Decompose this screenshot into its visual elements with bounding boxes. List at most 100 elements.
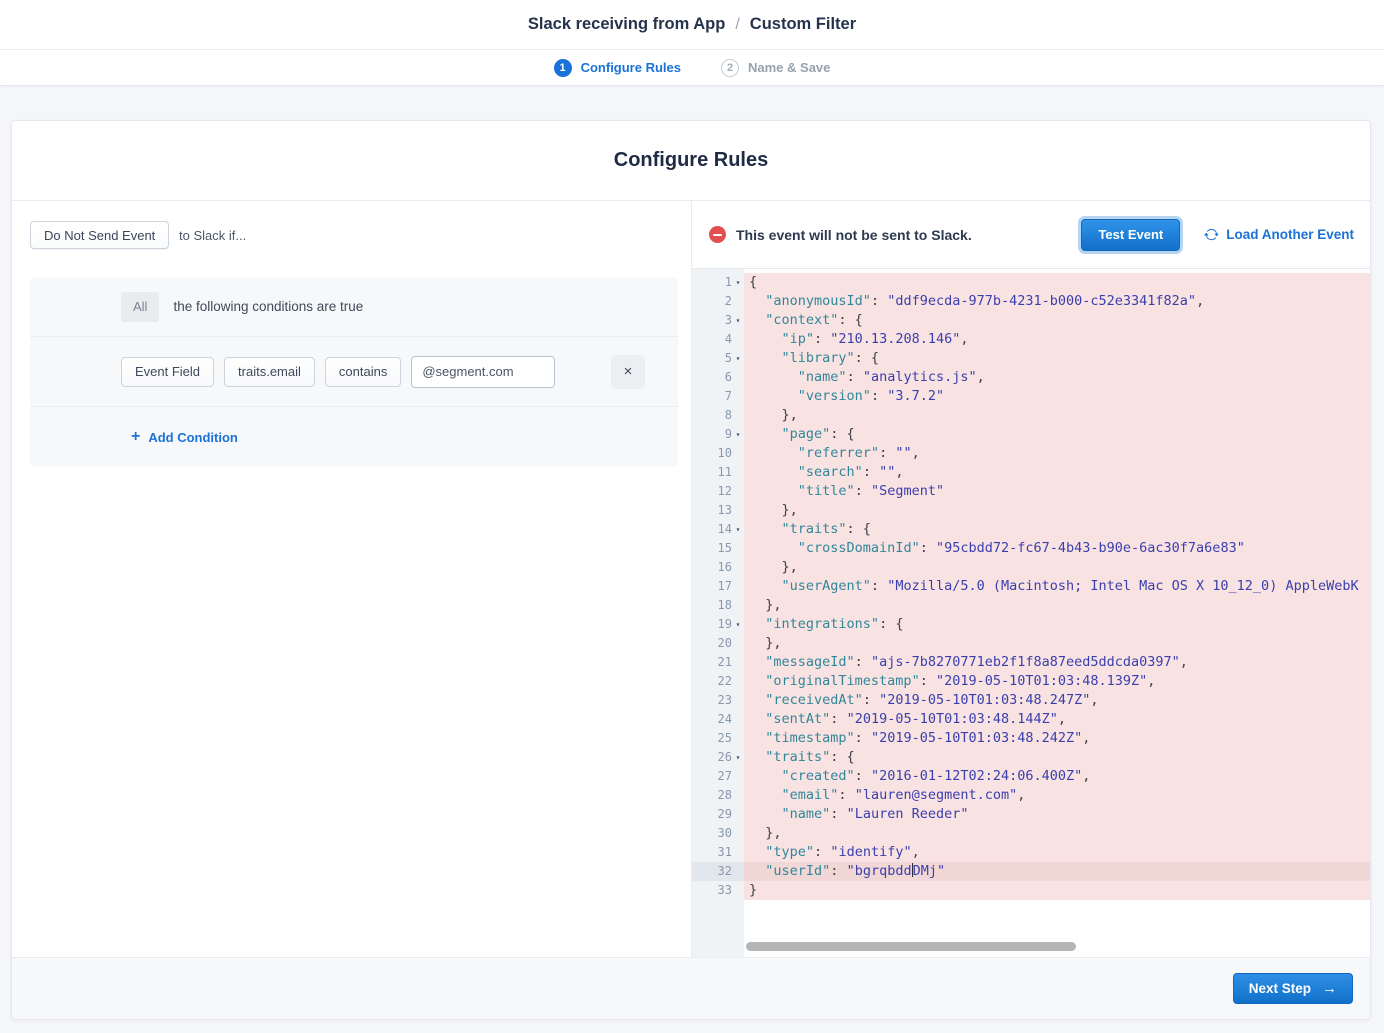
fold-arrow-icon[interactable]: ▾ (732, 349, 744, 368)
code-line[interactable]: "referrer": "", (744, 444, 1370, 463)
fold-arrow-icon[interactable]: ▾ (732, 520, 744, 539)
gutter-line-number[interactable]: 10 (692, 444, 744, 463)
code-line[interactable]: "version": "3.7.2" (744, 387, 1370, 406)
operator-button[interactable]: contains (325, 357, 401, 387)
code-line[interactable]: "anonymousId": "ddf9ecda-977b-4231-b000-… (744, 292, 1370, 311)
json-key: "traits" (765, 749, 830, 765)
gutter-line-number[interactable]: 2 (692, 292, 744, 311)
code-line[interactable]: "sentAt": "2019-05-10T01:03:48.144Z", (744, 710, 1370, 729)
line-number: 14 (718, 520, 732, 539)
configure-rules-card: Configure Rules Do Not Send Event to Sla… (11, 120, 1371, 1020)
code-line[interactable]: }, (744, 596, 1370, 615)
gutter-line-number[interactable]: 25 (692, 729, 744, 748)
step-name-and-save[interactable]: 2 Name & Save (721, 59, 830, 77)
code-line[interactable]: }, (744, 824, 1370, 843)
code-line[interactable]: "context": { (744, 311, 1370, 330)
gutter-line-number[interactable]: 18 (692, 596, 744, 615)
code-line[interactable]: "library": { (744, 349, 1370, 368)
fold-arrow-icon[interactable]: ▾ (732, 615, 744, 634)
code-line[interactable]: "timestamp": "2019-05-10T01:03:48.242Z", (744, 729, 1370, 748)
fold-arrow-icon[interactable]: ▾ (732, 273, 744, 292)
gutter-line-number[interactable]: 3▾ (692, 311, 744, 330)
code-line[interactable]: "email": "lauren@segment.com", (744, 786, 1370, 805)
code-line[interactable]: "search": "", (744, 463, 1370, 482)
gutter-line-number[interactable]: 13 (692, 501, 744, 520)
gutter-line-number[interactable]: 24 (692, 710, 744, 729)
fold-arrow-icon[interactable]: ▾ (732, 425, 744, 444)
gutter-line-number[interactable]: 7 (692, 387, 744, 406)
gutter-line-number[interactable]: 31 (692, 843, 744, 862)
gutter-line-number[interactable]: 32 (692, 862, 744, 881)
json-punctuation: }, (749, 825, 782, 841)
code-line[interactable]: "originalTimestamp": "2019-05-10T01:03:4… (744, 672, 1370, 691)
code-line[interactable]: }, (744, 634, 1370, 653)
code-line[interactable]: }, (744, 558, 1370, 577)
code-line[interactable]: "title": "Segment" (744, 482, 1370, 501)
code-line[interactable]: "type": "identify", (744, 843, 1370, 862)
gutter-line-number[interactable]: 6 (692, 368, 744, 387)
code-line[interactable]: "page": { (744, 425, 1370, 444)
json-string-value: DMj" (913, 863, 946, 879)
code-line[interactable]: "created": "2016-01-12T02:24:06.400Z", (744, 767, 1370, 786)
fold-arrow-icon[interactable]: ▾ (732, 748, 744, 767)
gutter-line-number[interactable]: 4 (692, 330, 744, 349)
json-punctuation: }, (749, 597, 782, 613)
code-line[interactable]: "userAgent": "Mozilla/5.0 (Macintosh; In… (744, 577, 1370, 596)
code-line[interactable]: "name": "analytics.js", (744, 368, 1370, 387)
add-condition-button[interactable]: + Add Condition (131, 429, 238, 445)
gutter-line-number[interactable]: 1▾ (692, 273, 744, 292)
gutter-line-number[interactable]: 15 (692, 539, 744, 558)
gutter-line-number[interactable]: 14▾ (692, 520, 744, 539)
horizontal-scrollbar[interactable] (746, 942, 1076, 951)
code-line[interactable]: "traits": { (744, 520, 1370, 539)
code-line[interactable]: } (744, 881, 1370, 900)
gutter-line-number[interactable]: 12 (692, 482, 744, 501)
gutter-line-number[interactable]: 20 (692, 634, 744, 653)
gutter-line-number[interactable]: 16 (692, 558, 744, 577)
code-line[interactable]: "userId": "bgrqbddDMj" (744, 862, 1370, 881)
code-line[interactable]: "traits": { (744, 748, 1370, 767)
gutter-line-number[interactable]: 33 (692, 881, 744, 900)
code-line[interactable]: "crossDomainId": "95cbdd72-fc67-4b43-b90… (744, 539, 1370, 558)
gutter-line-number[interactable]: 19▾ (692, 615, 744, 634)
gutter-line-number[interactable]: 26▾ (692, 748, 744, 767)
code-line[interactable]: "messageId": "ajs-7b8270771eb2f1f8a87eed… (744, 653, 1370, 672)
fold-arrow-icon[interactable]: ▾ (732, 311, 744, 330)
gutter-line-number[interactable]: 8 (692, 406, 744, 425)
step-configure-rules[interactable]: 1 Configure Rules (554, 59, 681, 77)
gutter-line-number[interactable]: 27 (692, 767, 744, 786)
load-another-event-button[interactable]: Load Another Event (1204, 227, 1354, 242)
gutter-line-number[interactable]: 30 (692, 824, 744, 843)
code-line[interactable]: { (744, 273, 1370, 292)
code-line[interactable]: }, (744, 501, 1370, 520)
next-step-label: Next Step (1249, 981, 1311, 996)
json-punctuation: : { (830, 749, 854, 765)
code-line[interactable]: "integrations": { (744, 615, 1370, 634)
gutter-line-number[interactable]: 5▾ (692, 349, 744, 368)
json-punctuation (749, 388, 798, 404)
json-editor[interactable]: 1▾23▾45▾6789▾1011121314▾1516171819▾20212… (692, 269, 1370, 957)
breadcrumb-parent[interactable]: Slack receiving from App (528, 15, 725, 34)
gutter-line-number[interactable]: 28 (692, 786, 744, 805)
field-path-button[interactable]: traits.email (224, 357, 315, 387)
all-badge[interactable]: All (121, 292, 159, 322)
code-line[interactable]: "ip": "210.13.208.146", (744, 330, 1370, 349)
gutter-line-number[interactable]: 23 (692, 691, 744, 710)
field-type-button[interactable]: Event Field (121, 357, 214, 387)
next-step-button[interactable]: Next Step → (1233, 973, 1353, 1004)
code-line[interactable]: }, (744, 406, 1370, 425)
line-number: 18 (718, 596, 732, 615)
gutter-line-number[interactable]: 17 (692, 577, 744, 596)
filter-action-button[interactable]: Do Not Send Event (30, 221, 169, 249)
gutter-line-number[interactable]: 11 (692, 463, 744, 482)
code-line[interactable]: "name": "Lauren Reeder" (744, 805, 1370, 824)
gutter-line-number[interactable]: 22 (692, 672, 744, 691)
remove-condition-button[interactable]: × (611, 355, 645, 389)
json-key: "messageId" (765, 654, 854, 670)
code-line[interactable]: "receivedAt": "2019-05-10T01:03:48.247Z"… (744, 691, 1370, 710)
gutter-line-number[interactable]: 9▾ (692, 425, 744, 444)
gutter-line-number[interactable]: 21 (692, 653, 744, 672)
condition-value-input[interactable] (411, 356, 555, 388)
gutter-line-number[interactable]: 29 (692, 805, 744, 824)
test-event-button[interactable]: Test Event (1081, 219, 1180, 251)
